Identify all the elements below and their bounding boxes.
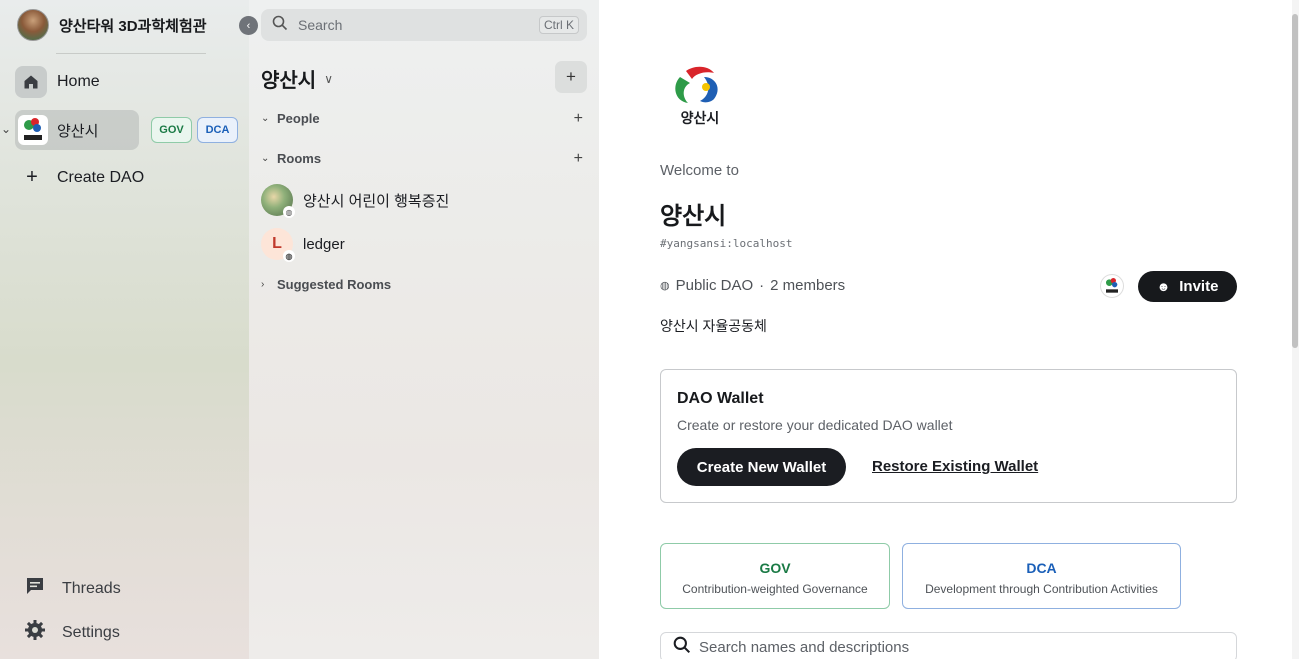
globe-icon: ◍ <box>283 250 295 262</box>
member-count[interactable]: 2 members <box>770 277 845 294</box>
room-alias: #yangsansi:localhost <box>660 237 793 250</box>
chevron-down-icon: ⌄ <box>261 113 270 124</box>
search-placeholder: Search <box>298 17 343 33</box>
visibility-label: Public DAO <box>675 277 754 294</box>
member-avatar[interactable] <box>1100 274 1124 298</box>
add-people-button[interactable]: + <box>574 110 583 128</box>
separator: · <box>759 277 765 294</box>
section-rooms[interactable]: ⌄ Rooms + <box>261 150 587 168</box>
home-label: Home <box>57 73 100 90</box>
wallet-description: Create or restore your dedicated DAO wal… <box>677 417 953 433</box>
gov-feature-card[interactable]: GOV Contribution-weighted Governance <box>660 543 890 609</box>
user-menu[interactable]: 양산타워 3D과학체험관 <box>17 9 207 41</box>
settings-icon <box>24 619 46 646</box>
add-room-button[interactable]: + <box>555 61 587 93</box>
search-button[interactable]: Search Ctrl K <box>261 9 587 41</box>
section-rooms-label: Rooms <box>277 151 322 166</box>
dao-wallet-card: DAO Wallet Create or restore your dedica… <box>660 369 1237 503</box>
invite-button[interactable]: ☻ Invite <box>1138 271 1237 302</box>
gov-subtitle: Contribution-weighted Governance <box>682 582 868 596</box>
plus-icon: + <box>566 67 576 86</box>
space-item-yangsansi[interactable]: 양산시 <box>15 110 139 150</box>
room-item[interactable]: L ◍ ledger <box>261 228 345 262</box>
create-wallet-button[interactable]: Create New Wallet <box>677 448 846 486</box>
create-dao-button[interactable]: + Create DAO <box>24 166 144 189</box>
room-name: ledger <box>303 235 345 253</box>
space-sidebar: 양산타워 3D과학체험관 Home ⌄ 양산시 GOV DCA + Create… <box>0 0 249 659</box>
svg-text:양산시: 양산시 <box>681 110 720 127</box>
room-item[interactable]: ◍ 양산시 어린이 행복증진 <box>261 184 450 218</box>
globe-icon: ◍ <box>283 206 295 218</box>
space-logo: 양산시 <box>670 63 730 129</box>
space-name: 양산시 <box>57 122 99 140</box>
user-avatar[interactable] <box>17 9 49 41</box>
gov-badge[interactable]: GOV <box>151 117 192 143</box>
room-avatar: ◍ <box>261 184 295 218</box>
room-avatar: L ◍ <box>261 228 295 262</box>
section-people-label: People <box>277 111 320 126</box>
wallet-title: DAO Wallet <box>677 390 764 407</box>
threads-icon <box>24 575 46 602</box>
invite-icon: ☻ <box>1156 279 1171 294</box>
collapse-icon: ‹ <box>246 19 251 32</box>
settings-button[interactable]: Settings <box>24 619 120 646</box>
restore-wallet-link[interactable]: Restore Existing Wallet <box>872 458 1038 475</box>
chevron-right-icon: › <box>261 279 265 290</box>
search-shortcut: Ctrl K <box>539 16 579 34</box>
invite-label: Invite <box>1179 278 1219 295</box>
search-icon <box>673 636 691 659</box>
dca-feature-card[interactable]: DCA Development through Contribution Act… <box>902 543 1181 609</box>
welcome-text: Welcome to <box>660 162 739 179</box>
scrollbar[interactable] <box>1292 0 1299 659</box>
avatar-letter: L <box>272 235 282 252</box>
scrollbar-thumb[interactable] <box>1292 14 1298 348</box>
page-title: 양산시 <box>660 203 727 230</box>
threads-button[interactable]: Threads <box>24 575 121 602</box>
space-title: 양산시 <box>261 70 317 92</box>
space-menu[interactable]: 양산시 ∨ <box>261 64 333 93</box>
user-name: 양산타워 3D과학체험관 <box>59 17 207 35</box>
space-topic: 양산시 자율공동체 <box>660 318 767 334</box>
create-dao-label: Create DAO <box>57 168 145 186</box>
threads-label: Threads <box>62 579 121 597</box>
dca-title: DCA <box>1026 560 1057 576</box>
home-button[interactable]: Home <box>15 66 100 98</box>
dca-subtitle: Development through Contribution Activit… <box>925 582 1158 596</box>
room-search-input[interactable]: Search names and descriptions <box>660 632 1237 659</box>
gov-title: GOV <box>759 560 791 576</box>
section-suggested-rooms[interactable]: › Suggested Rooms <box>261 277 587 292</box>
collapse-sidebar-button[interactable]: ‹ <box>239 16 258 35</box>
search-icon <box>272 15 288 36</box>
room-search-placeholder: Search names and descriptions <box>699 638 910 656</box>
settings-label: Settings <box>62 623 120 641</box>
space-home: 양산시 Welcome to 양산시 #yangsansi:localhost … <box>599 0 1299 659</box>
chevron-down-icon: ∨ <box>324 71 333 86</box>
room-name: 양산시 어린이 행복증진 <box>303 192 450 210</box>
home-icon <box>15 66 47 98</box>
chevron-down-icon: ⌄ <box>261 153 270 164</box>
chevron-down-icon[interactable]: ⌄ <box>1 122 11 136</box>
dca-badge[interactable]: DCA <box>197 117 238 143</box>
room-list-panel: Search Ctrl K 양산시 ∨ + ⌄ People + ⌄ Rooms… <box>249 0 599 659</box>
space-meta: ◍ Public DAO · 2 members <box>660 277 845 294</box>
globe-icon: ◍ <box>660 280 670 292</box>
divider <box>56 53 206 54</box>
section-suggested-label: Suggested Rooms <box>277 277 392 292</box>
add-rooms-button[interactable]: + <box>574 150 583 168</box>
section-people[interactable]: ⌄ People + <box>261 110 587 128</box>
plus-icon: + <box>26 166 38 188</box>
space-logo <box>18 115 48 145</box>
